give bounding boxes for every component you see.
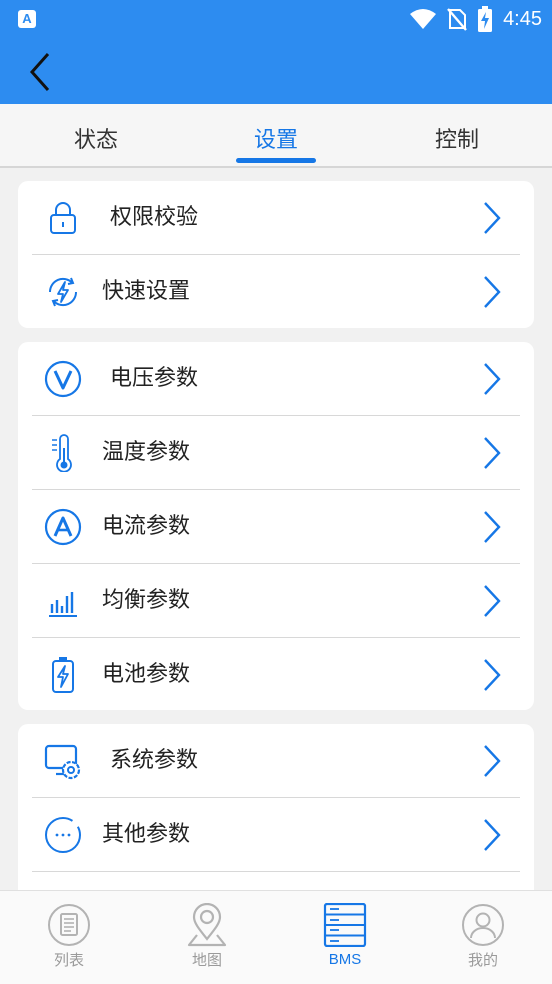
clock-time: 4:45	[503, 8, 542, 30]
nav-map[interactable]: 地图	[138, 891, 276, 984]
settings-group-parameters: 电压参数 温度参数 电流参数 均衡参数 电池参数	[18, 342, 534, 710]
settings-item-label: 其他参数	[102, 822, 191, 847]
active-tab-indicator	[236, 158, 316, 163]
nav-label: 我的	[467, 951, 498, 969]
settings-group-access: 权限校验 快速设置	[18, 181, 534, 328]
balance-bars-icon	[49, 592, 77, 617]
nav-label: 地图	[191, 951, 222, 969]
map-pin-icon	[187, 903, 227, 947]
settings-item-other[interactable]: 其他参数	[32, 798, 520, 872]
thermometer-icon	[52, 434, 72, 472]
nav-profile[interactable]: 我的	[414, 891, 552, 984]
chevron-right-icon	[484, 437, 501, 469]
settings-item-label: 均衡参数	[102, 588, 191, 613]
ampere-icon	[44, 508, 82, 546]
settings-item-label: 电压参数	[110, 366, 199, 391]
lock-icon	[50, 202, 76, 234]
settings-item-label: 快速设置	[102, 279, 191, 304]
no-sim-icon	[447, 8, 467, 31]
tab-status[interactable]: 状态	[26, 126, 166, 156]
chevron-right-icon	[484, 659, 501, 691]
chevron-right-icon	[484, 276, 501, 308]
chevron-right-icon	[484, 363, 501, 395]
divider	[32, 871, 520, 872]
voltage-icon	[44, 360, 82, 398]
nav-label: 列表	[53, 951, 84, 969]
more-dots-icon	[45, 817, 81, 853]
chevron-right-icon	[484, 819, 501, 851]
settings-item-voltage[interactable]: 电压参数	[32, 342, 520, 416]
wifi-icon	[410, 9, 437, 29]
settings-item-permission-check[interactable]: 权限校验	[32, 181, 520, 255]
chevron-right-icon	[484, 745, 501, 777]
back-arrow-icon[interactable]	[26, 52, 62, 92]
settings-item-label: 电流参数	[102, 514, 191, 539]
settings-item-label: 权限校验	[110, 205, 199, 230]
tab-settings[interactable]: 设置	[206, 126, 346, 156]
settings-item-label: 温度参数	[102, 440, 191, 465]
app-notification-icon: A	[18, 10, 36, 28]
quick-setting-icon	[48, 277, 78, 307]
system-settings-icon	[44, 744, 81, 780]
battery-charging-icon	[478, 6, 493, 32]
settings-item-temperature[interactable]: 温度参数	[32, 416, 520, 490]
profile-icon	[462, 904, 504, 946]
app-badge-text: A	[22, 11, 32, 26]
list-icon	[48, 904, 90, 946]
nav-bms[interactable]: BMS	[276, 891, 414, 984]
settings-item-current[interactable]: 电流参数	[32, 490, 520, 564]
bottom-navigation: 列表 地图 BMS 我的	[0, 890, 552, 984]
app-header: A 4:45	[0, 0, 552, 104]
nav-list[interactable]: 列表	[0, 891, 138, 984]
chevron-right-icon	[484, 202, 501, 234]
bms-server-icon	[323, 903, 367, 947]
settings-item-system[interactable]: 系统参数	[32, 724, 520, 798]
chevron-right-icon	[484, 511, 501, 543]
settings-item-quick-setup[interactable]: 快速设置	[32, 255, 520, 329]
settings-item-balance[interactable]: 均衡参数	[32, 564, 520, 638]
settings-item-battery[interactable]: 电池参数	[32, 638, 520, 712]
settings-item-label: 系统参数	[110, 748, 199, 773]
tab-control[interactable]: 控制	[387, 126, 527, 156]
battery-icon	[52, 657, 74, 693]
chevron-right-icon	[484, 585, 501, 617]
status-icons: 4:45	[409, 6, 542, 32]
settings-item-label: 电池参数	[102, 662, 191, 687]
nav-label: BMS	[328, 951, 362, 968]
